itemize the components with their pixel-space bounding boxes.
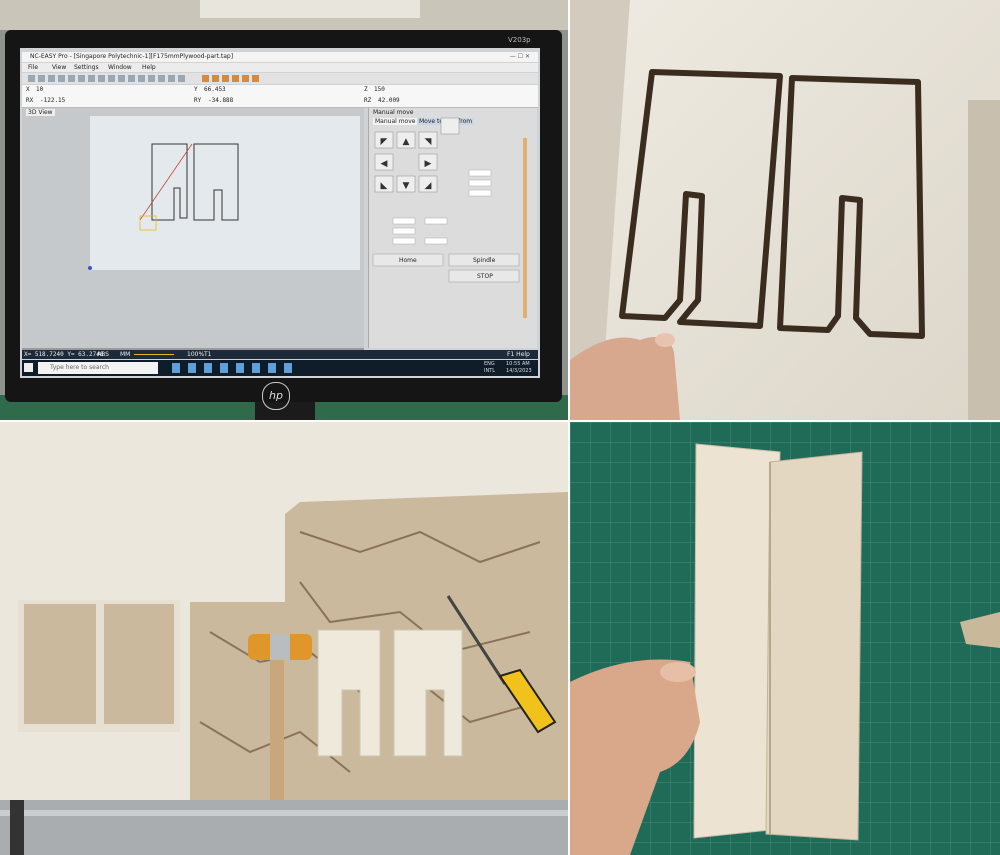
menu-settings[interactable]: Settings	[74, 64, 99, 71]
taskbar-time: 10:55 AM	[506, 361, 530, 367]
status-coords: X= 518.7240 Y= 63.2740	[24, 351, 104, 358]
taskbar-search-placeholder: Type here to search	[50, 364, 109, 371]
ry-label: RY	[194, 97, 202, 104]
toolbar-icons-2[interactable]	[202, 75, 262, 82]
status-tool: T1	[204, 351, 212, 358]
taskbar-app-icons[interactable]	[172, 363, 292, 373]
menu-help[interactable]: Help	[142, 64, 156, 71]
windows-start-icon[interactable]	[24, 363, 33, 372]
hp-logo: hp	[262, 382, 290, 410]
window-title: NC-EASY Pro - [Singapore Polytechnic-1][…	[30, 53, 234, 60]
plywood-cut-shapes	[570, 0, 1000, 420]
cnc-monitor-photo: V203p hp NC-EASY Pro - [Singapore Polyte…	[0, 0, 568, 420]
menu-window[interactable]: Window	[108, 64, 132, 71]
z-value: 150	[374, 86, 385, 93]
cutting-mat-scene	[570, 422, 1000, 855]
status-bar: X= 518.7240 Y= 63.2740 ABS MM 100% T1 F1…	[22, 350, 538, 359]
window-controls[interactable]: — ☐ ✕	[510, 53, 530, 60]
coordinate-panel: X 10 Y 66.453 Z 150 RX -122.15 RY -34.88…	[22, 85, 538, 108]
3d-view-area[interactable]: 3D View	[22, 108, 364, 348]
rx-value: -122.15	[40, 97, 66, 104]
z-label: Z	[364, 86, 368, 93]
ry-value: -34.888	[208, 97, 234, 104]
routed-plywood-photo	[570, 0, 1000, 420]
status-zoom: 100%	[187, 351, 205, 358]
menu-view[interactable]: View	[52, 64, 66, 71]
taskbar-date: 14/3/2023	[506, 368, 532, 374]
taskbar-lang2: INTL	[484, 368, 496, 374]
svg-text:◤: ◤	[381, 137, 388, 147]
rz-label: RZ	[364, 97, 372, 104]
status-help: F1 Help	[507, 351, 530, 358]
taskbar-search-box[interactable]: Type here to search	[38, 362, 158, 374]
status-mm: MM	[120, 351, 131, 358]
svg-text:◣: ◣	[381, 181, 388, 191]
feed-slider[interactable]	[134, 354, 174, 355]
svg-text:◀: ◀	[381, 159, 388, 169]
status-abs: ABS	[97, 351, 109, 358]
menu-file[interactable]: File	[28, 64, 38, 71]
assembled-joint-photo	[570, 422, 1000, 855]
menu-bar: File View Settings Window Help	[22, 63, 538, 72]
manual-move-panel: Manual move Manual move Move to and from…	[368, 108, 537, 348]
spindle-button[interactable]: Spindle	[473, 257, 495, 264]
svg-text:◥: ◥	[425, 137, 432, 147]
windows-taskbar: Type here to search ENG INTL 10:55 AM 14…	[22, 360, 538, 376]
app-title-bar: NC-EASY Pro - [Singapore Polytechnic-1][…	[22, 52, 538, 62]
y-value: 66.453	[204, 86, 226, 93]
toolbar-icons[interactable]	[28, 75, 188, 82]
x-label: X	[26, 86, 30, 93]
toolbar	[22, 73, 538, 84]
toolpath-preview	[88, 116, 360, 270]
x-value: 10	[36, 86, 44, 93]
rz-value: 42.009	[378, 97, 400, 104]
svg-text:▶: ▶	[425, 159, 432, 169]
taskbar-lang1: ENG	[484, 361, 495, 367]
jog-buttons[interactable]: ◤ ▲ ◥ ◀ ▶ ◣ ▼ ◢	[369, 108, 537, 348]
stop-button[interactable]: STOP	[477, 273, 493, 280]
y-label: Y	[194, 86, 198, 93]
home-button[interactable]: Home	[399, 257, 417, 264]
workbench-photo	[0, 422, 568, 855]
workbench-scene	[0, 422, 568, 855]
svg-text:▲: ▲	[403, 137, 410, 147]
monitor-model: V203p	[508, 36, 531, 44]
svg-text:◢: ◢	[425, 181, 432, 191]
rx-label: RX	[26, 97, 34, 104]
svg-text:▼: ▼	[403, 181, 410, 191]
